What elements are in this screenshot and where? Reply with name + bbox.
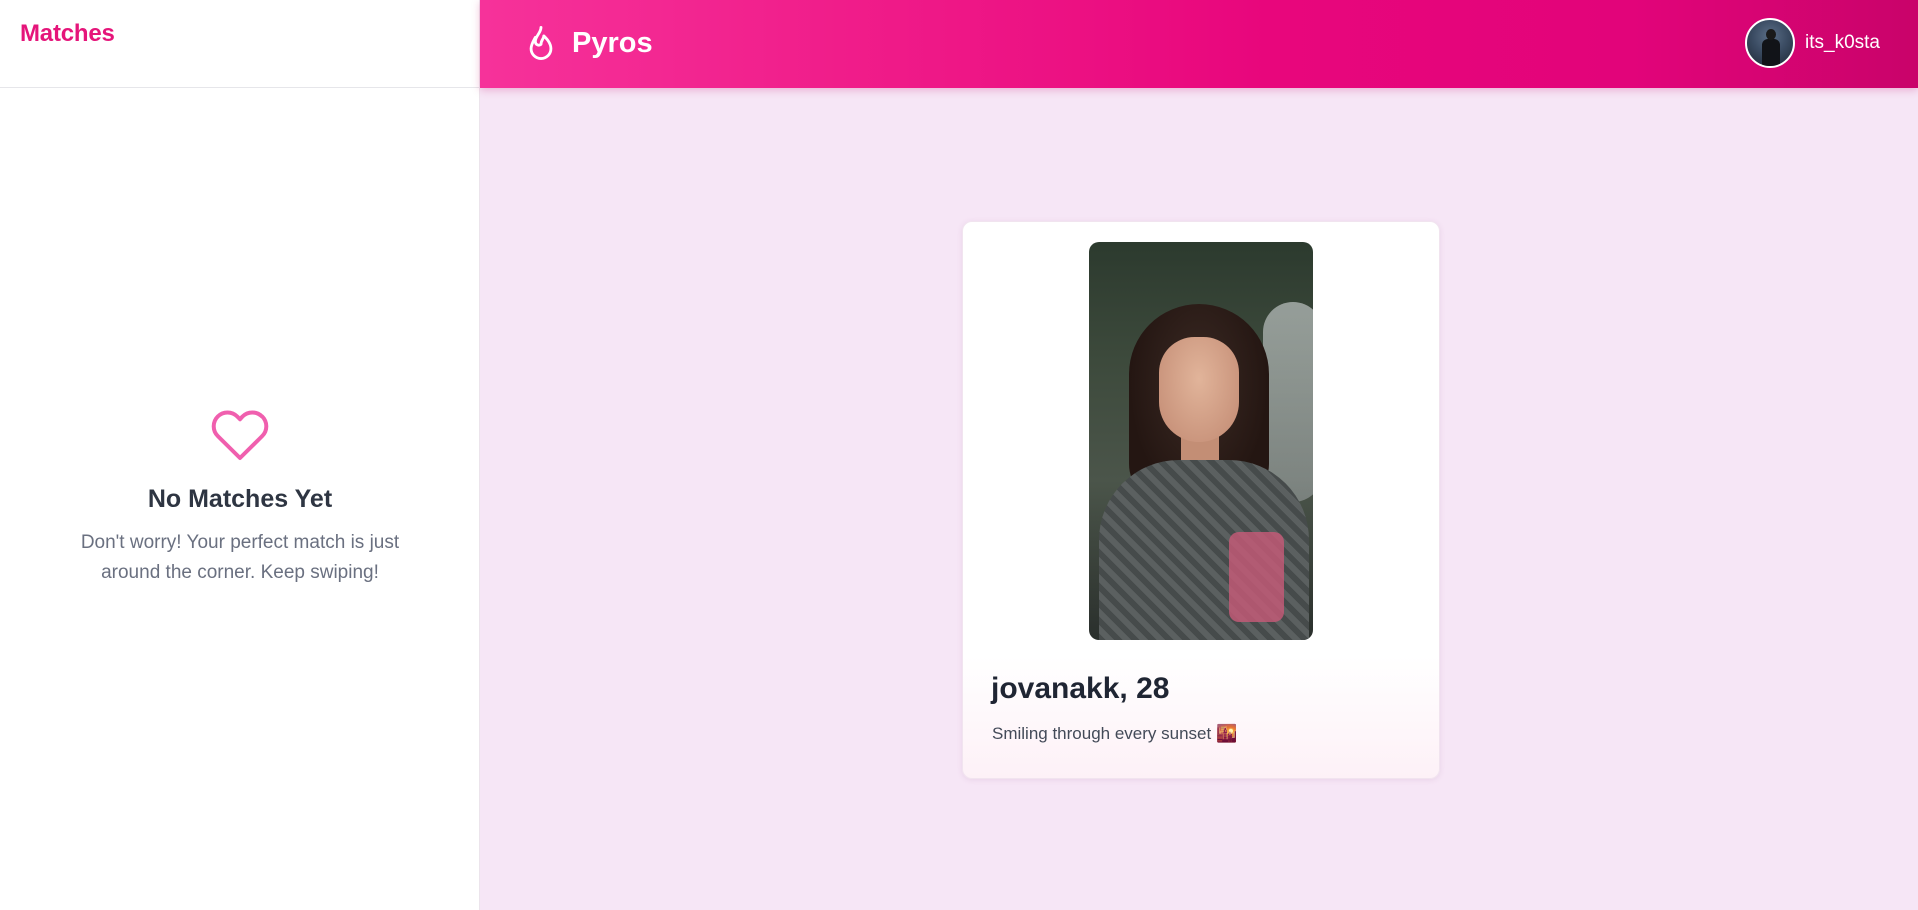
matches-sidebar: Matches No Matches Yet Don't worry! Your… [0,0,480,910]
profile-photo [1089,242,1313,640]
photo-shirt-print [1229,532,1284,622]
photo-face [1159,337,1239,442]
empty-state-message: Don't worry! Your perfect match is just … [80,532,400,583]
profile-name-age: jovanakk, 28 [991,672,1170,705]
brand-name: Pyros [572,26,653,59]
username[interactable]: its_k0sta [1805,32,1880,54]
app: Matches No Matches Yet Don't worry! Your… [0,0,1918,910]
user-menu[interactable]: its_k0sta [1745,18,1880,68]
sidebar-header: Matches [0,0,479,88]
profile-bio: Smiling through every sunset 🌇 [992,724,1238,743]
avatar[interactable] [1745,18,1796,68]
empty-state-title: No Matches Yet [147,485,333,513]
profile-card[interactable]: jovanakk, 28 Smiling through every sunse… [962,221,1440,779]
top-header: Pyros its_k0sta [480,0,1918,88]
brand-logo[interactable]: Pyros [524,24,653,62]
flame-icon [529,25,553,60]
avatar-figure-head [1766,29,1777,40]
heart-icon [211,410,269,460]
empty-matches-state: No Matches Yet Don't worry! Your perfect… [0,405,480,588]
sidebar-title: Matches [20,20,115,47]
avatar-figure-body [1762,39,1781,66]
